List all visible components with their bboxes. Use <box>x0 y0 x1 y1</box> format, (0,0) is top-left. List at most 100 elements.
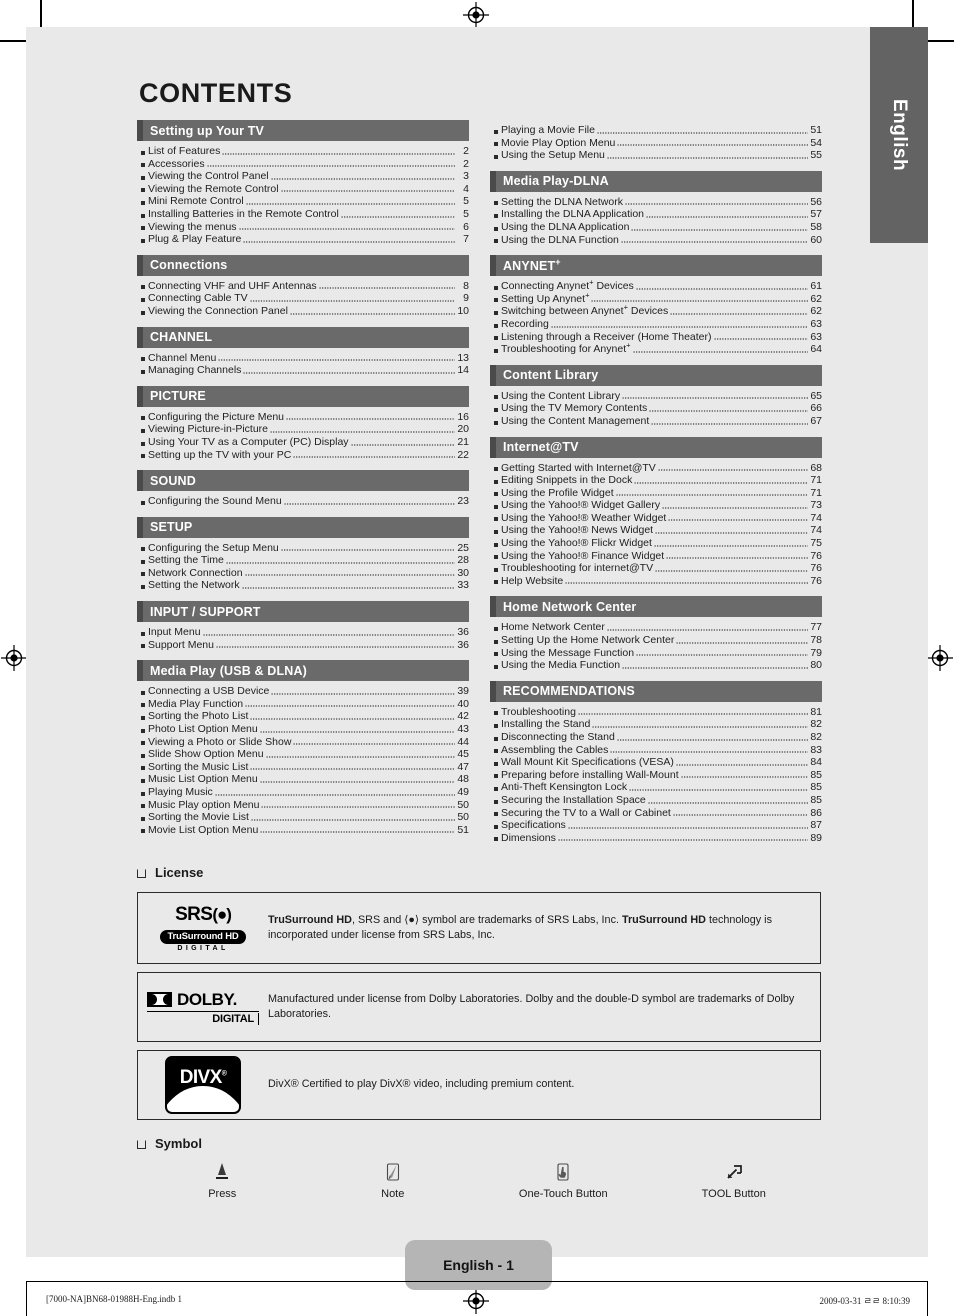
square-bullet-icon <box>141 585 145 590</box>
toc-entry[interactable]: Accessories 2 <box>137 158 469 171</box>
toc-entry[interactable]: Viewing the Control Panel 3 <box>137 170 469 183</box>
toc-entry[interactable]: Connecting a USB Device 39 <box>137 685 469 698</box>
toc-entry[interactable]: Music List Option Menu 48 <box>137 773 469 786</box>
toc-entry[interactable]: Using the DLNA Application 58 <box>490 221 822 234</box>
toc-entry[interactable]: Playing Music 49 <box>137 786 469 799</box>
toc-entry[interactable]: Using the Profile Widget 71 <box>490 487 822 500</box>
toc-entry[interactable]: Using the Yahoo!® Weather Widget 74 <box>490 512 822 525</box>
square-bullet-icon <box>494 837 498 842</box>
toc-entry[interactable]: Mini Remote Control 5 <box>137 195 469 208</box>
toc-entry[interactable]: Media Play Function 40 <box>137 698 469 711</box>
toc-entry[interactable]: Viewing the Remote Control 4 <box>137 183 469 196</box>
toc-entry[interactable]: Configuring the Setup Menu 25 <box>137 542 469 555</box>
toc-entry[interactable]: Dimensions 89 <box>490 832 822 845</box>
toc-entry-label: Securing the TV to a Wall or Cabinet <box>501 806 671 819</box>
toc-entry[interactable]: Troubleshooting for internet@TV 76 <box>490 562 822 575</box>
toc-entry[interactable]: Setting the DLNA Network 56 <box>490 196 822 209</box>
toc-entry[interactable]: Support Menu 36 <box>137 639 469 652</box>
toc-entry[interactable]: Wall Mount Kit Specifications (VESA) 84 <box>490 756 822 769</box>
toc-entry[interactable]: Viewing Picture-in-Picture 20 <box>137 423 469 436</box>
toc-entry[interactable]: Movie Play Option Menu 54 <box>490 137 822 150</box>
toc-entry-label: Connecting VHF and UHF Antennas <box>148 279 317 292</box>
toc-entry[interactable]: Plug & Play Feature 7 <box>137 233 469 246</box>
toc-entry[interactable]: Managing Channels 14 <box>137 364 469 377</box>
toc-entry-label: Configuring the Setup Menu <box>148 541 279 554</box>
toc-entry[interactable]: Using the Yahoo!® Finance Widget 76 <box>490 550 822 563</box>
toc-entry[interactable]: Using the TV Memory Contents 66 <box>490 402 822 415</box>
toc-entry-label: Installing Batteries in the Remote Contr… <box>148 207 339 220</box>
toc-section: Connections Connecting VHF and UHF Antenn… <box>137 254 469 320</box>
toc-entry[interactable]: Using the Yahoo!® News Widget 74 <box>490 524 822 537</box>
toc-entry[interactable]: Setting the Time 28 <box>137 554 469 567</box>
toc-entry-label: Sorting the Music List <box>148 760 249 773</box>
toc-entry[interactable]: Listening through a Receiver (Home Theat… <box>490 331 822 344</box>
toc-entry[interactable]: Connecting VHF and UHF Antennas 8 <box>137 280 469 293</box>
toc-entry[interactable]: Movie List Option Menu 51 <box>137 824 469 837</box>
square-bullet-icon <box>494 786 498 791</box>
toc-entry[interactable]: Sorting the Movie List 50 <box>137 811 469 824</box>
toc-entry[interactable]: Installing the DLNA Application 57 <box>490 208 822 221</box>
toc-item-list: Connecting VHF and UHF Antennas 8 Connecti… <box>137 276 469 320</box>
toc-entry[interactable]: Music Play option Menu 50 <box>137 799 469 812</box>
toc-item-list: Connecting a USB Device 39 Media Play Func… <box>137 681 469 838</box>
toc-entry[interactable]: Securing the TV to a Wall or Cabinet 86 <box>490 807 822 820</box>
toc-section: Home Network Center Home Network Center 77… <box>490 596 822 673</box>
toc-entry[interactable]: Network Connection 30 <box>137 567 469 580</box>
toc-entry[interactable]: Setting Up the Home Network Center 78 <box>490 634 822 647</box>
toc-entry[interactable]: Playing a Movie File 51 <box>490 124 822 137</box>
toc-entry[interactable]: Configuring the Picture Menu 16 <box>137 411 469 424</box>
divx-swoosh-shape <box>167 1086 239 1112</box>
toc-entry[interactable]: Sorting the Photo List 42 <box>137 710 469 723</box>
toc-entry[interactable]: Viewing the Connection Panel 10 <box>137 305 469 318</box>
toc-entry[interactable]: Getting Started with Internet@TV 68 <box>490 462 822 475</box>
toc-entry[interactable]: Viewing the menus 6 <box>137 221 469 234</box>
toc-entry[interactable]: Using the Yahoo!® Widget Gallery 73 <box>490 499 822 512</box>
toc-entry[interactable]: Viewing a Photo or Slide Show 44 <box>137 736 469 749</box>
toc-entry[interactable]: Preparing before installing Wall-Mount 85 <box>490 769 822 782</box>
toc-entry[interactable]: Sorting the Music List 47 <box>137 761 469 774</box>
toc-entry-page-number: 4 <box>463 182 469 195</box>
toc-entry[interactable]: Setting up the TV with your PC 22 <box>137 449 469 462</box>
toc-leader-dots <box>225 555 455 565</box>
toc-entry[interactable]: Troubleshooting 81 <box>490 706 822 719</box>
toc-entry[interactable]: Using the Content Management 67 <box>490 415 822 428</box>
toc-entry[interactable]: Recording 63 <box>490 318 822 331</box>
toc-entry[interactable]: Using Your TV as a Computer (PC) Display… <box>137 436 469 449</box>
toc-entry[interactable]: Home Network Center 77 <box>490 621 822 634</box>
toc-entry[interactable]: Connecting Cable TV 9 <box>137 292 469 305</box>
toc-entry[interactable]: Using the DLNA Function 60 <box>490 234 822 247</box>
toc-entry[interactable]: Anti-Theft Kensington Lock 85 <box>490 781 822 794</box>
srs-text-mid: , SRS and ⟨●⟩ symbol are trademarks of S… <box>351 913 622 926</box>
toc-entry[interactable]: Troubleshooting for Anynet+ 64 <box>490 341 822 356</box>
toc-entry[interactable]: Specifications 87 <box>490 819 822 832</box>
toc-entry[interactable]: Switching between Anynet+ Devices 62 <box>490 304 822 318</box>
toc-entry[interactable]: Channel Menu 13 <box>137 352 469 365</box>
toc-leader-dots <box>270 424 455 434</box>
toc-entry[interactable]: Using the Message Function 79 <box>490 647 822 660</box>
toc-entry[interactable]: Editing Snippets in the Dock 71 <box>490 474 822 487</box>
toc-entry[interactable]: Installing the Stand 82 <box>490 718 822 731</box>
toc-entry[interactable]: Configuring the Sound Menu 23 <box>137 495 469 508</box>
toc-entry[interactable]: Using the Setup Menu 55 <box>490 149 822 162</box>
square-bullet-icon <box>494 664 498 669</box>
toc-entry[interactable]: Slide Show Option Menu 45 <box>137 748 469 761</box>
divx-logo-word: DIVX® <box>179 1067 227 1088</box>
toc-entry[interactable]: Connecting Anynet+ Devices 61 <box>490 278 822 293</box>
toc-leader-dots <box>318 281 455 291</box>
square-bullet-icon <box>494 761 498 766</box>
toc-entry[interactable]: Setting the Network 33 <box>137 579 469 592</box>
toc-entry[interactable]: Input Menu 36 <box>137 626 469 639</box>
toc-entry[interactable]: Assembling the Cables 83 <box>490 744 822 757</box>
toc-entry[interactable]: Help Website 76 <box>490 575 822 588</box>
toc-entry[interactable]: Using the Content Library 65 <box>490 390 822 403</box>
toc-entry[interactable]: Disconnecting the Stand 82 <box>490 731 822 744</box>
toc-entry[interactable]: Installing Batteries in the Remote Contr… <box>137 208 469 221</box>
print-footer-timestamp: 2009-03-31 ㄹㄹ 8:10:39 <box>819 1296 910 1306</box>
toc-entry[interactable]: List of Features 2 <box>137 145 469 158</box>
toc-entry[interactable]: Setting Up Anynet+ 62 <box>490 291 822 306</box>
toc-entry[interactable]: Using the Media Function 80 <box>490 659 822 672</box>
toc-entry[interactable]: Using the Yahoo!® Flickr Widget 75 <box>490 537 822 550</box>
square-bullet-icon <box>494 420 498 425</box>
toc-entry[interactable]: Securing the Installation Space 85 <box>490 794 822 807</box>
toc-entry[interactable]: Photo List Option Menu 43 <box>137 723 469 736</box>
